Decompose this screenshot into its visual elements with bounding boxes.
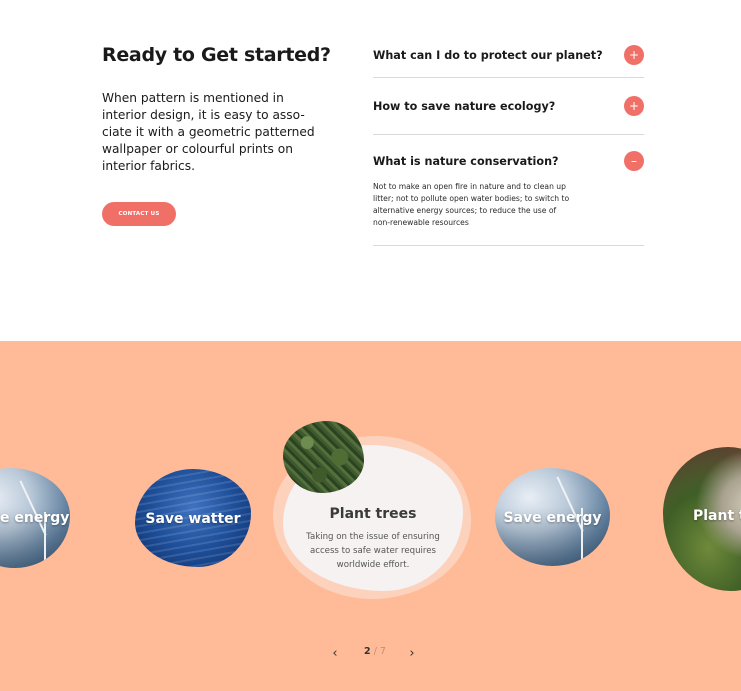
- pager-count: 2 / 7: [360, 646, 390, 657]
- faq-item: What can I do to protect our planet? +: [373, 33, 644, 78]
- slide-label: Plant t: [693, 508, 741, 524]
- description-line: interior fabrics.: [102, 159, 195, 173]
- pager-separator: /: [373, 646, 377, 657]
- slide-save-water[interactable]: Save watter: [135, 469, 251, 567]
- slide-label: Save energy: [503, 510, 602, 526]
- slide-wind-energy[interactable]: e energy: [0, 468, 70, 568]
- plus-icon[interactable]: +: [624, 96, 644, 116]
- answer-line: non-renewable resources: [373, 218, 469, 227]
- answer-line: alternative energy sources; to reduce th…: [373, 206, 557, 215]
- section-title: Ready to Get started?: [102, 44, 331, 66]
- answer-line: litter; not to pollute open water bodies…: [373, 194, 570, 203]
- slide-plant-trees[interactable]: Plant t: [663, 447, 741, 591]
- card-text-line: access to safe water requires: [309, 546, 437, 556]
- faq-question: What is nature conservation?: [373, 154, 559, 168]
- faq-question-toggle[interactable]: What can I do to protect our planet? +: [373, 33, 644, 77]
- slide-save-energy[interactable]: Save energy: [495, 468, 610, 566]
- contact-us-button[interactable]: CONTACT US: [102, 202, 176, 226]
- forest-image: [283, 421, 364, 493]
- minus-icon[interactable]: –: [624, 151, 644, 171]
- faq-accordion: What can I do to protect our planet? + H…: [373, 33, 644, 246]
- description-line: When pattern is mentioned in: [102, 91, 284, 105]
- faq-answer: Not to make an open fire in nature and t…: [373, 181, 583, 245]
- faq-question-toggle[interactable]: How to save nature ecology? +: [373, 78, 644, 134]
- slide-label: e energy: [0, 510, 70, 526]
- get-started-section: Ready to Get started? When pattern is me…: [0, 0, 741, 341]
- active-card-title: Plant trees: [329, 506, 417, 522]
- card-text-line: worldwide effort.: [336, 560, 410, 570]
- description-line: wallpaper or colourful prints on: [102, 142, 293, 156]
- answer-line: Not to make an open fire in nature and t…: [373, 182, 566, 191]
- active-card-text: Taking on the issue of ensuring access t…: [296, 530, 450, 572]
- slide-label: Save watter: [145, 511, 241, 527]
- section-description: When pattern is mentioned in interior de…: [102, 90, 322, 175]
- chevron-left-icon[interactable]: ‹: [328, 644, 342, 662]
- pager-current: 2: [364, 646, 371, 657]
- faq-item-expanded: What is nature conservation? – Not to ma…: [373, 135, 644, 246]
- faq-question-toggle[interactable]: What is nature conservation? –: [373, 135, 644, 187]
- card-text-line: Taking on the issue of ensuring: [306, 532, 440, 542]
- description-line: ciate it with a geometric patterned: [102, 125, 315, 139]
- faq-question: What can I do to protect our planet?: [373, 48, 603, 62]
- plus-icon[interactable]: +: [624, 45, 644, 65]
- faq-question: How to save nature ecology?: [373, 99, 556, 113]
- pager-total: 7: [379, 646, 386, 657]
- turbine-image-detail: [19, 480, 47, 536]
- description-line: interior design, it is easy to asso-: [102, 108, 305, 122]
- faq-item: How to save nature ecology? +: [373, 78, 644, 135]
- initiatives-carousel: e energy Save watter Plant trees Taking …: [0, 341, 741, 691]
- chevron-right-icon[interactable]: ›: [405, 644, 419, 662]
- carousel-pager: ‹ 2 / 7 ›: [328, 644, 420, 662]
